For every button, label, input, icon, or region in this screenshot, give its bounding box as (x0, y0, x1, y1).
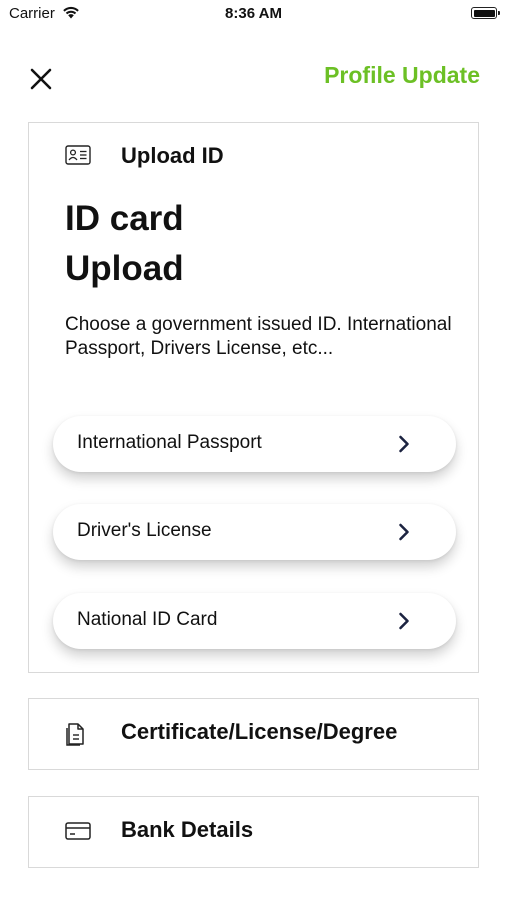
document-icon (66, 723, 84, 746)
chevron-right-icon (399, 612, 409, 630)
national-id-card-option[interactable]: National ID Card (53, 593, 456, 649)
battery-icon (471, 7, 500, 19)
option-label: National ID Card (77, 609, 218, 630)
id-card-heading: ID card (65, 199, 184, 238)
upload-id-title: Upload ID (121, 143, 224, 168)
credit-card-icon (65, 822, 91, 840)
certificate-title: Certificate/License/Degree (121, 719, 398, 744)
upload-id-section: Upload ID ID card Upload Choose a govern… (28, 122, 479, 673)
bank-details-title: Bank Details (121, 817, 254, 842)
id-card-icon (65, 145, 91, 165)
international-passport-option[interactable]: International Passport (53, 416, 456, 472)
option-label: Driver's License (77, 520, 212, 541)
certificate-section[interactable]: Certificate/License/Degree (28, 698, 479, 770)
option-label: International Passport (77, 432, 262, 453)
status-bar: Carrier 8:36 AM (0, 0, 507, 30)
upload-id-description: Choose a government issued ID. Internati… (65, 314, 452, 359)
upload-heading: Upload (65, 249, 184, 288)
status-time: 8:36 AM (225, 5, 282, 22)
close-icon (30, 68, 52, 90)
drivers-license-option[interactable]: Driver's License (53, 504, 456, 560)
close-button[interactable] (28, 66, 54, 92)
chevron-right-icon (399, 523, 409, 541)
page-title: Profile Update (324, 62, 480, 88)
bank-details-section[interactable]: Bank Details (28, 796, 479, 868)
chevron-right-icon (399, 435, 409, 453)
